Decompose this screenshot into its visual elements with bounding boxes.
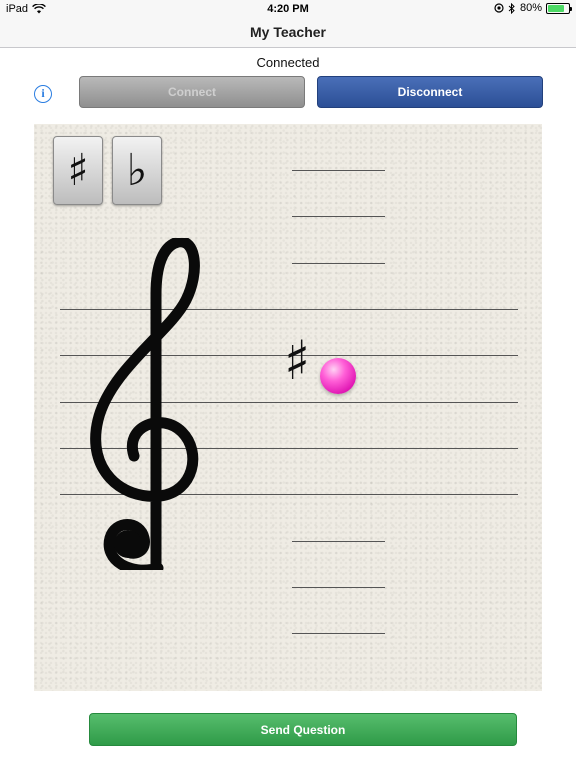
- ledger-line-above-3: [292, 170, 385, 171]
- ledger-line-above-1: [292, 263, 385, 264]
- status-right: 80%: [494, 2, 572, 14]
- status-time: 4:20 PM: [267, 3, 309, 15]
- ledger-line-below-3: [292, 633, 385, 634]
- disconnect-button[interactable]: Disconnect: [317, 76, 543, 108]
- top-bar: iPad 4:20 PM 80% My Teacher: [0, 0, 576, 48]
- treble-clef-icon: [90, 238, 200, 570]
- connect-button[interactable]: Connect: [79, 76, 305, 108]
- flat-button[interactable]: ♭: [112, 136, 162, 205]
- flat-icon: ♭: [126, 144, 148, 196]
- send-question-button[interactable]: Send Question: [89, 713, 517, 746]
- info-icon[interactable]: i: [34, 85, 52, 103]
- ledger-line-above-2: [292, 216, 385, 217]
- status-bar: iPad 4:20 PM 80%: [0, 0, 576, 18]
- connection-status: Connected: [256, 55, 320, 70]
- note-sharp-icon: ♯: [284, 329, 311, 392]
- page-title: My Teacher: [250, 24, 326, 40]
- battery-fill: [548, 4, 564, 12]
- bluetooth-icon: [508, 2, 515, 14]
- ledger-line-below-2: [292, 587, 385, 588]
- ledger-line-below-1: [292, 541, 385, 542]
- sharp-button[interactable]: ♯: [53, 136, 103, 205]
- battery-percent: 80%: [519, 2, 542, 14]
- location-icon: [494, 3, 504, 13]
- note-head[interactable]: [320, 358, 356, 394]
- sharp-icon: ♯: [67, 144, 89, 196]
- music-staff-panel[interactable]: ♯ ♭ ♯: [34, 124, 542, 691]
- battery-icon: [546, 2, 572, 14]
